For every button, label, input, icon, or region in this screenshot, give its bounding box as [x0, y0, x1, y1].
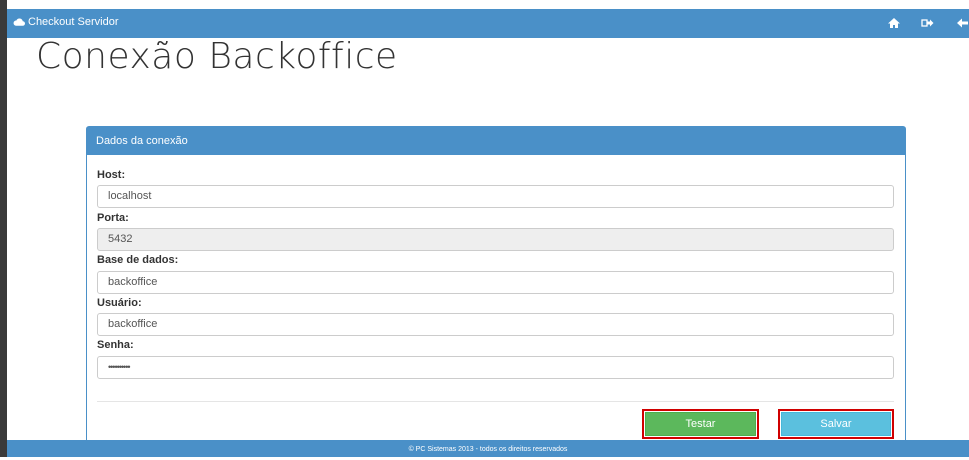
back-arrow-icon[interactable] [955, 16, 969, 30]
top-navbar: Checkout Servidor [7, 9, 969, 38]
page-title: Conexão Backoffice [36, 36, 398, 77]
host-field[interactable]: localhost [97, 185, 894, 208]
cloud-icon [13, 18, 25, 26]
form-divider [97, 401, 894, 402]
panel-heading: Dados da conexão [87, 127, 905, 155]
password-label: Senha: [97, 339, 134, 351]
save-button[interactable]: Salvar [778, 409, 894, 439]
connection-panel: Dados da conexão Host: localhost Porta: … [86, 126, 906, 446]
window-frame [0, 0, 7, 457]
password-field[interactable]: •••••••••• [97, 356, 894, 379]
sign-out-icon[interactable] [921, 16, 935, 30]
brand[interactable]: Checkout Servidor [13, 16, 119, 28]
home-icon[interactable] [887, 16, 901, 30]
user-label: Usuário: [97, 297, 142, 309]
port-field: 5432 [97, 228, 894, 251]
brand-label: Checkout Servidor [28, 16, 119, 28]
host-label: Host: [97, 169, 126, 181]
database-field[interactable]: backoffice [97, 271, 894, 294]
test-button[interactable]: Testar [642, 409, 759, 439]
database-label: Base de dados: [97, 254, 179, 266]
port-label: Porta: [97, 212, 129, 224]
footer: © PC Sistemas 2013 - todos os direitos r… [7, 440, 969, 457]
user-field[interactable]: backoffice [97, 313, 894, 336]
